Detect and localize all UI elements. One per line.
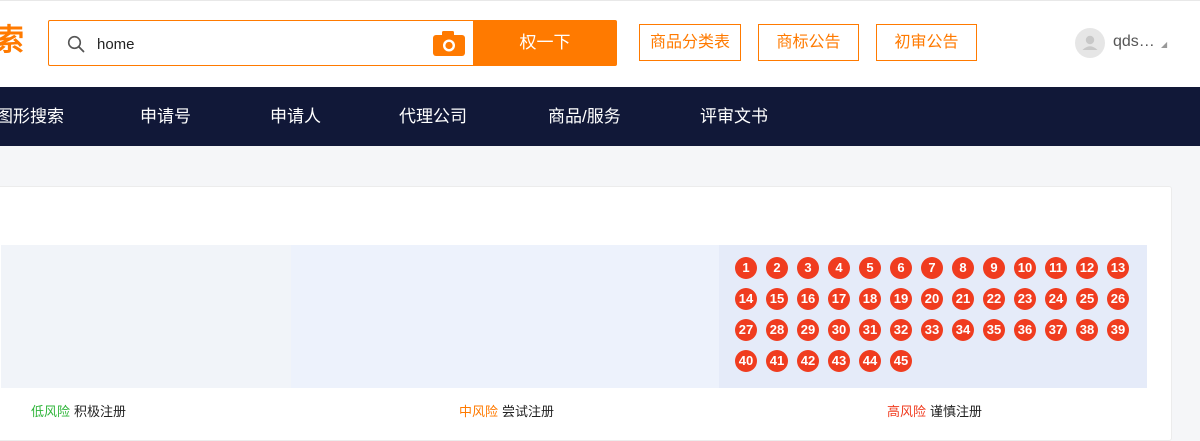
class-number-dot[interactable]: 43 <box>828 350 850 372</box>
class-number-dot[interactable]: 29 <box>797 319 819 341</box>
camera-icon[interactable] <box>433 30 465 56</box>
class-number-dot[interactable]: 17 <box>828 288 850 310</box>
header: 索 权一下 商品分类表 商标公告 初审公告 <box>0 0 1200 87</box>
class-number-dot[interactable]: 45 <box>890 350 912 372</box>
class-number-dot[interactable]: 11 <box>1045 257 1067 279</box>
class-number-dot[interactable]: 20 <box>921 288 943 310</box>
nav-item-image-search[interactable]: 图形搜索 <box>0 87 64 146</box>
class-number-dot[interactable]: 5 <box>859 257 881 279</box>
class-number-dot[interactable]: 36 <box>1014 319 1036 341</box>
class-number-dot[interactable]: 33 <box>921 319 943 341</box>
search-input[interactable] <box>97 33 457 55</box>
low-risk-label: 低风险 积极注册 <box>31 401 126 420</box>
nav-item-review-documents[interactable]: 评审文书 <box>700 87 768 146</box>
class-number-dot[interactable]: 7 <box>921 257 943 279</box>
search-button[interactable]: 权一下 <box>473 20 617 66</box>
high-risk-panel: 1 2 3 4 5 6 7 8 9 10 11 12 13 14 15 16 17 18 19 20 21 22 23 24 2… <box>719 245 1147 388</box>
user-name: qds… <box>1113 33 1155 50</box>
class-number-dot[interactable]: 15 <box>766 288 788 310</box>
class-number-dot[interactable]: 2 <box>766 257 788 279</box>
class-number-dot[interactable]: 41 <box>766 350 788 372</box>
class-number-dot[interactable]: 28 <box>766 319 788 341</box>
class-number-dot[interactable]: 37 <box>1045 319 1067 341</box>
class-number-dot[interactable]: 18 <box>859 288 881 310</box>
mid-risk-panel <box>291 245 719 388</box>
class-number-dot[interactable]: 44 <box>859 350 881 372</box>
mid-risk-level: 中风险 <box>459 404 499 419</box>
nav-item-applicant[interactable]: 申请人 <box>270 87 321 146</box>
user-icon <box>1082 35 1098 50</box>
low-risk-panel <box>1 245 291 388</box>
avatar[interactable] <box>1075 28 1105 58</box>
preliminary-announcement-link[interactable]: 初审公告 <box>876 24 977 61</box>
class-number-dot[interactable]: 34 <box>952 319 974 341</box>
class-number-dot[interactable]: 14 <box>735 288 757 310</box>
class-number-dot[interactable]: 3 <box>797 257 819 279</box>
mid-risk-label: 中风险 尝试注册 <box>459 401 554 420</box>
class-number-dot[interactable]: 32 <box>890 319 912 341</box>
class-number-dot[interactable]: 25 <box>1076 288 1098 310</box>
low-risk-level: 低风险 <box>31 404 71 419</box>
trademark-announcement-link[interactable]: 商标公告 <box>758 24 859 61</box>
search-icon <box>67 35 85 53</box>
class-number-dot[interactable]: 27 <box>735 319 757 341</box>
class-number-dot[interactable]: 19 <box>890 288 912 310</box>
high-risk-action: 谨慎注册 <box>930 404 983 419</box>
class-number-dot[interactable]: 24 <box>1045 288 1067 310</box>
goods-classification-link[interactable]: 商品分类表 <box>639 24 741 61</box>
class-number-dot[interactable]: 23 <box>1014 288 1036 310</box>
class-number-dot[interactable]: 10 <box>1014 257 1036 279</box>
high-risk-level: 高风险 <box>887 404 927 419</box>
class-number-dot[interactable]: 16 <box>797 288 819 310</box>
class-number-dot[interactable]: 30 <box>828 319 850 341</box>
class-number-dot[interactable]: 1 <box>735 257 757 279</box>
search-box: 权一下 <box>48 20 617 66</box>
class-number-dot[interactable]: 9 <box>983 257 1005 279</box>
nav-item-application-number[interactable]: 申请号 <box>140 87 191 146</box>
class-number-dot[interactable]: 8 <box>952 257 974 279</box>
low-risk-action: 积极注册 <box>74 404 127 419</box>
class-number-dot[interactable]: 40 <box>735 350 757 372</box>
class-number-dot[interactable]: 42 <box>797 350 819 372</box>
nav-item-goods-services[interactable]: 商品/服务 <box>548 87 621 146</box>
class-number-dot[interactable]: 31 <box>859 319 881 341</box>
nav-item-agency[interactable]: 代理公司 <box>399 87 467 146</box>
class-number-dot[interactable]: 22 <box>983 288 1005 310</box>
class-number-dot[interactable]: 13 <box>1107 257 1129 279</box>
risk-card: 1 2 3 4 5 6 7 8 9 10 11 12 13 14 15 16 17 18 19 20 21 22 23 24 2… <box>0 186 1172 441</box>
chevron-down-icon: ◢ <box>1161 40 1168 49</box>
mid-risk-action: 尝试注册 <box>502 404 555 419</box>
class-number-dot[interactable]: 35 <box>983 319 1005 341</box>
class-number-dot[interactable]: 6 <box>890 257 912 279</box>
class-number-dot[interactable]: 12 <box>1076 257 1098 279</box>
class-number-dot[interactable]: 21 <box>952 288 974 310</box>
class-number-dot[interactable]: 4 <box>828 257 850 279</box>
high-risk-label: 高风险 谨慎注册 <box>887 401 982 420</box>
class-number-dot[interactable]: 26 <box>1107 288 1129 310</box>
class-number-dot[interactable]: 39 <box>1107 319 1129 341</box>
main-nav: 图形搜索 申请号 申请人 代理公司 商品/服务 评审文书 <box>0 87 1200 146</box>
page: 索 权一下 商品分类表 商标公告 初审公告 <box>0 0 1200 441</box>
logo[interactable]: 索 <box>0 23 24 59</box>
class-number-dot[interactable]: 38 <box>1076 319 1098 341</box>
